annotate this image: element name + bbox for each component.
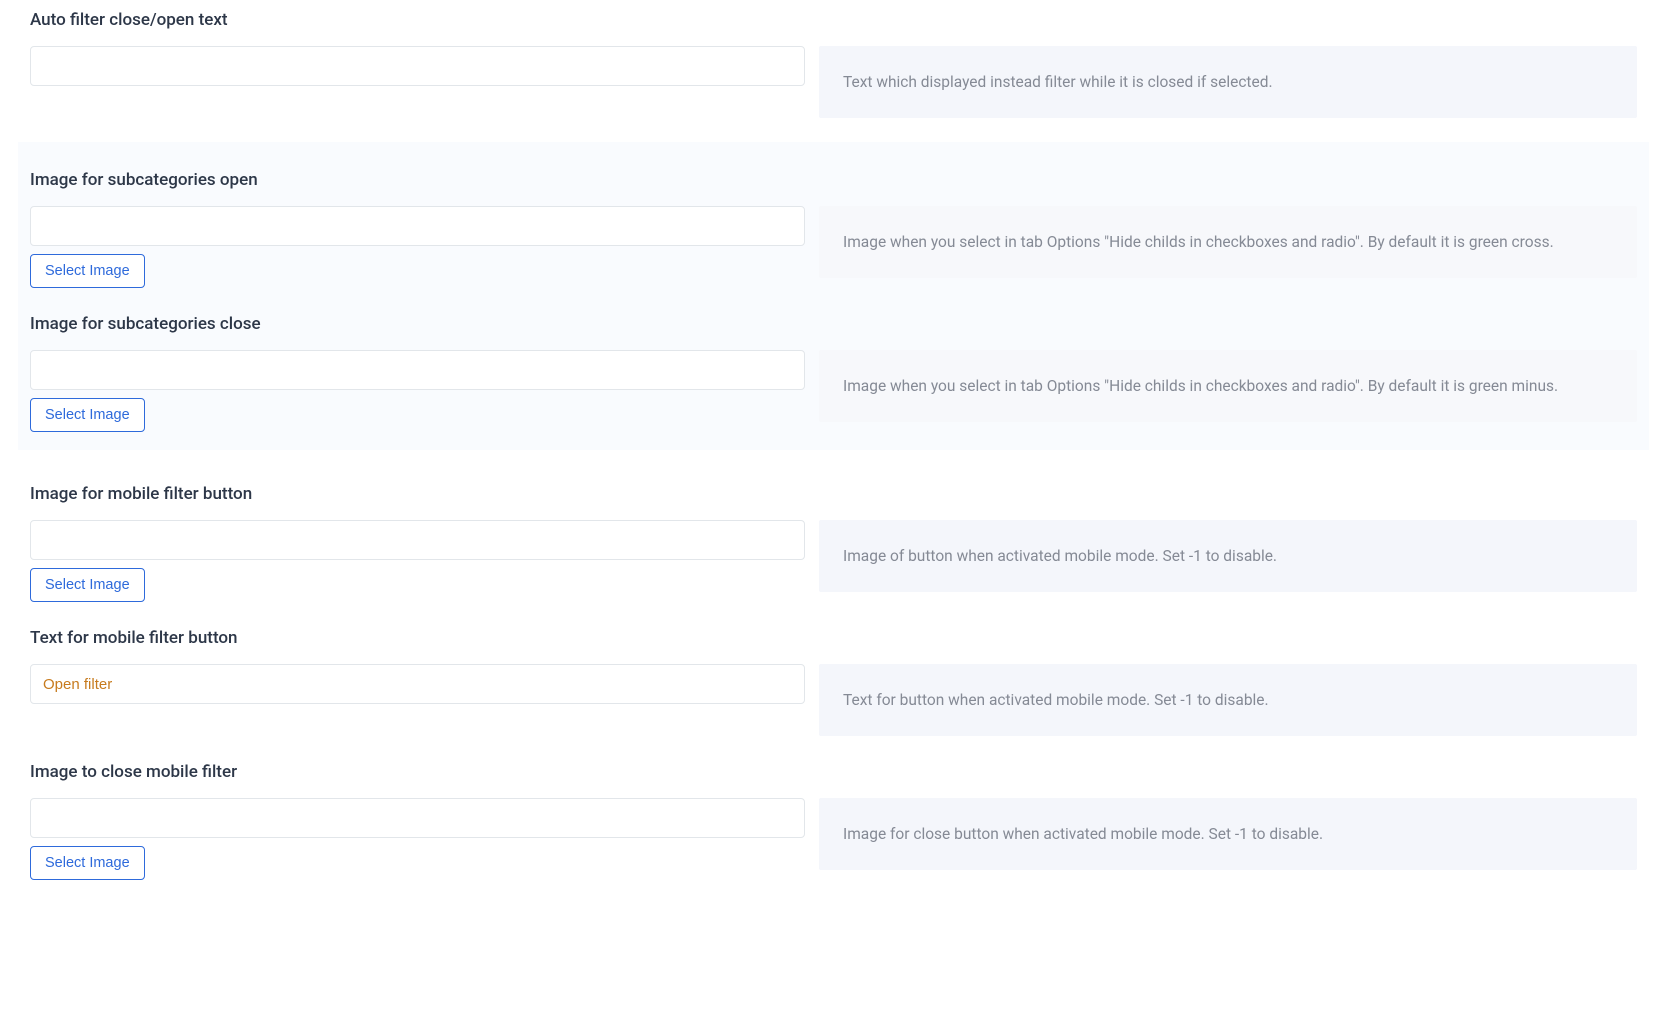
field-img-mobile-btn: Image for mobile filter button Select Im… [30, 484, 1637, 602]
select-image-button[interactable]: Select Image [30, 398, 145, 432]
select-image-button[interactable]: Select Image [30, 846, 145, 880]
input-img-sub-open[interactable] [30, 206, 805, 246]
select-image-button[interactable]: Select Image [30, 254, 145, 288]
label-img-close-mobile: Image to close mobile filter [30, 762, 1637, 782]
label-auto-filter-text: Auto filter close/open text [30, 10, 1637, 30]
field-img-sub-open: Image for subcategories open Select Imag… [30, 170, 1637, 288]
desc-text-mobile-btn: Text for button when activated mobile mo… [819, 664, 1637, 736]
label-text-mobile-btn: Text for mobile filter button [30, 628, 1637, 648]
input-img-close-mobile[interactable] [30, 798, 805, 838]
input-auto-filter-text[interactable] [30, 46, 805, 86]
label-img-mobile-btn: Image for mobile filter button [30, 484, 1637, 504]
field-auto-filter-text: Auto filter close/open text Text which d… [30, 10, 1637, 118]
desc-img-sub-open: Image when you select in tab Options "Hi… [819, 206, 1637, 278]
input-img-mobile-btn[interactable] [30, 520, 805, 560]
select-image-button[interactable]: Select Image [30, 568, 145, 602]
field-img-sub-close: Image for subcategories close Select Ima… [30, 314, 1637, 432]
input-text-mobile-btn[interactable] [30, 664, 805, 704]
desc-img-close-mobile: Image for close button when activated mo… [819, 798, 1637, 870]
label-img-sub-close: Image for subcategories close [30, 314, 1637, 334]
input-img-sub-close[interactable] [30, 350, 805, 390]
field-text-mobile-btn: Text for mobile filter button Text for b… [30, 628, 1637, 736]
desc-auto-filter-text: Text which displayed instead filter whil… [819, 46, 1637, 118]
desc-img-sub-close: Image when you select in tab Options "Hi… [819, 350, 1637, 422]
desc-img-mobile-btn: Image of button when activated mobile mo… [819, 520, 1637, 592]
label-img-sub-open: Image for subcategories open [30, 170, 1637, 190]
field-img-close-mobile: Image to close mobile filter Select Imag… [30, 762, 1637, 880]
